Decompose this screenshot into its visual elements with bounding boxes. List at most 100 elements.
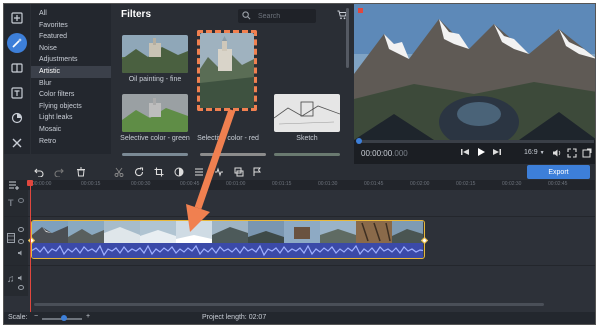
- aspect-ratio-value: 16:9: [524, 149, 538, 156]
- rotate-icon[interactable]: [134, 167, 144, 177]
- stickers-icon[interactable]: [7, 108, 27, 128]
- ruler-tick: 00:01:00: [226, 181, 246, 187]
- filter-category-list: All Favorites Featured Noise Adjustments…: [31, 4, 111, 154]
- eye-icon[interactable]: [18, 227, 24, 232]
- play-icon[interactable]: [476, 147, 486, 157]
- import-icon[interactable]: [7, 8, 27, 28]
- chevron-down-icon: ▼: [539, 150, 545, 156]
- audio-waveform: [32, 243, 423, 258]
- search-icon: [242, 11, 251, 20]
- search-box[interactable]: [238, 9, 316, 23]
- volume-icon[interactable]: [552, 148, 562, 158]
- next-frame-icon[interactable]: [492, 147, 502, 157]
- filter-thumb-partial-2[interactable]: [200, 153, 266, 156]
- ruler-tick: 00:02:30: [502, 181, 522, 187]
- timecode-main: 00:00:00: [361, 149, 393, 158]
- zoom-in-icon[interactable]: +: [86, 313, 90, 320]
- fullscreen-icon[interactable]: [567, 148, 577, 158]
- add-track-icon[interactable]: [8, 180, 20, 190]
- preview-frame: [354, 4, 595, 140]
- track-divider: [4, 216, 595, 217]
- ruler-tick: 00:01:45: [364, 181, 384, 187]
- video-track-icon: [7, 233, 15, 243]
- track-divider: [4, 265, 595, 266]
- panel-scrollbar[interactable]: [346, 8, 349, 68]
- playback-controls: [460, 147, 502, 157]
- eye-icon[interactable]: [18, 198, 24, 203]
- preview-progress[interactable]: [357, 140, 594, 143]
- ruler-tick: 00:00:15: [81, 181, 101, 187]
- redo-icon[interactable]: [54, 167, 64, 177]
- clip-properties-icon[interactable]: [194, 167, 204, 177]
- category-favorites[interactable]: Favorites: [31, 20, 111, 32]
- undo-icon[interactable]: [34, 167, 44, 177]
- playhead[interactable]: [29, 184, 31, 312]
- preview-player: 00:00:00.000 16:9 ▼: [354, 4, 595, 164]
- timeline-ruler[interactable]: 00:00:00 00:00:15 00:00:30 00:00:45 00:0…: [4, 180, 595, 190]
- stabilize-icon[interactable]: [214, 167, 224, 177]
- category-noise[interactable]: Noise: [31, 43, 111, 55]
- category-blur[interactable]: Blur: [31, 78, 111, 90]
- preview-timecode: 00:00:00.000: [361, 149, 408, 158]
- title-track-header: T: [4, 190, 28, 216]
- color-adjust-icon[interactable]: [174, 167, 184, 177]
- filter-thumb-sketch[interactable]: [274, 94, 340, 132]
- filter-label-selective-green: Selective color - green: [120, 135, 190, 142]
- category-retro[interactable]: Retro: [31, 136, 111, 148]
- music-note-icon: ♫: [7, 274, 15, 285]
- search-input[interactable]: [258, 10, 314, 22]
- ruler-tick: 00:01:15: [272, 181, 292, 187]
- title-track-icon: T: [8, 198, 14, 208]
- scale-slider-knob[interactable]: [61, 315, 67, 321]
- category-all[interactable]: All: [31, 8, 111, 20]
- ruler-tick: 00:02:00: [410, 181, 430, 187]
- filter-thumb-selective-green[interactable]: [122, 94, 188, 132]
- transitions-icon[interactable]: [7, 58, 27, 78]
- ruler-tick: 00:01:30: [318, 181, 338, 187]
- delete-icon[interactable]: [76, 167, 86, 177]
- audio-track-header: ♫: [4, 266, 28, 296]
- category-color-filters[interactable]: Color filters: [31, 89, 111, 101]
- timecode-ms: .000: [392, 149, 408, 158]
- overlay-icon[interactable]: [234, 167, 244, 177]
- zoom-out-icon[interactable]: −: [34, 313, 38, 320]
- previous-frame-icon[interactable]: [460, 147, 470, 157]
- timeline-scrollbar[interactable]: [34, 303, 544, 306]
- speaker-icon[interactable]: [17, 249, 25, 257]
- category-adjustments[interactable]: Adjustments: [31, 54, 111, 66]
- panel-title: Filters: [121, 9, 152, 20]
- filter-label-sketch: Sketch: [296, 135, 318, 142]
- ruler-tick: 00:00:30: [131, 181, 151, 187]
- selected-filter-highlight: [197, 30, 257, 111]
- video-clip[interactable]: [31, 220, 425, 259]
- movavi-editor-window: All Favorites Featured Noise Adjustments…: [3, 3, 596, 325]
- category-flying-objects[interactable]: Flying objects: [31, 101, 111, 113]
- category-light-leaks[interactable]: Light leaks: [31, 112, 111, 124]
- titles-icon[interactable]: [7, 83, 27, 103]
- filters-wand-icon[interactable]: [7, 33, 27, 53]
- crop-icon[interactable]: [154, 167, 164, 177]
- category-mosaic[interactable]: Mosaic: [31, 124, 111, 136]
- timeline-toolbar: Export: [4, 164, 595, 180]
- filter-thumb-partial-1[interactable]: [122, 153, 188, 156]
- filter-label-oil-painting: Oil painting - fine: [128, 76, 182, 83]
- scale-label: Scale:: [8, 314, 28, 321]
- detach-preview-icon[interactable]: [582, 148, 592, 158]
- speaker-icon[interactable]: [17, 274, 25, 282]
- cut-icon[interactable]: [114, 167, 124, 177]
- export-button[interactable]: Export: [527, 165, 590, 179]
- timeline-tracks: T ♫: [4, 190, 595, 312]
- aspect-ratio-select[interactable]: 16:9 ▼: [524, 149, 545, 156]
- eye-icon[interactable]: [18, 239, 24, 244]
- category-featured[interactable]: Featured: [31, 31, 111, 43]
- preview-progress-knob[interactable]: [356, 138, 362, 144]
- filter-thumb-oil-painting[interactable]: [122, 35, 188, 73]
- eye-icon[interactable]: [18, 285, 24, 290]
- ruler-tick: 00:00:00: [32, 181, 52, 187]
- ruler-tick: 00:00:45: [180, 181, 200, 187]
- marker-flag-icon[interactable]: [252, 167, 262, 177]
- video-track-header: [4, 217, 28, 265]
- filter-thumb-partial-3[interactable]: [274, 153, 340, 156]
- more-tools-icon[interactable]: [7, 133, 27, 153]
- category-artistic[interactable]: Artistic: [31, 65, 111, 78]
